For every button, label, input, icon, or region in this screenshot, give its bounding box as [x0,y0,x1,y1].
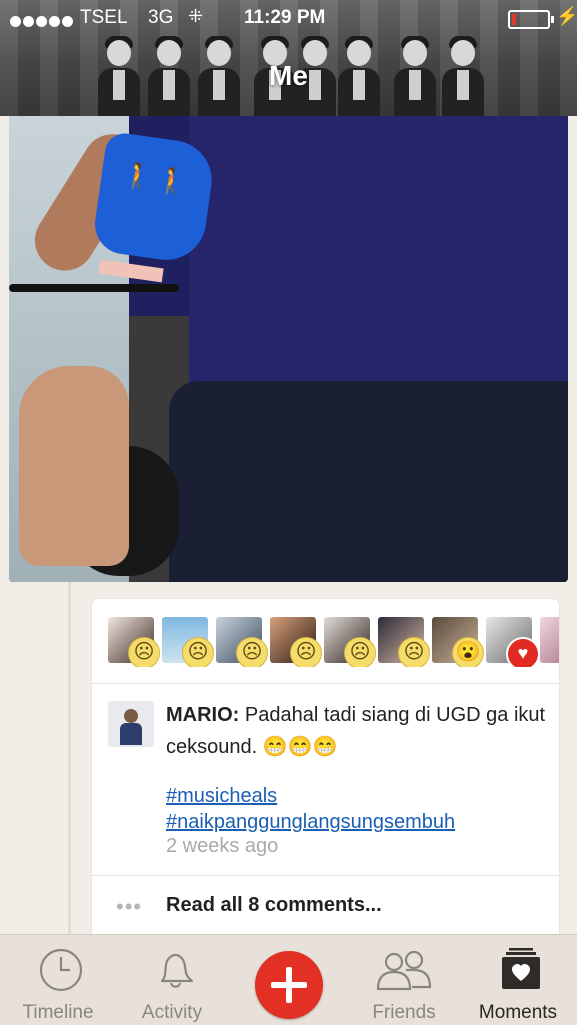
clock-icon [39,948,83,992]
tab-timeline[interactable]: Timeline [8,935,108,1025]
hashtag-link[interactable]: #naikpanggunglangsungsembuh [166,809,455,835]
timeline-line [68,582,71,934]
friends-icon [376,950,432,991]
tab-label: Timeline [22,1002,94,1023]
photo-jeans [169,381,568,582]
tab-bar: Timeline Activity Friends Moments [0,934,577,1025]
network-type: 3G [148,7,174,28]
tab-friends[interactable]: Friends [354,935,454,1025]
comment-hashtags: #musicheals #naikpanggunglangsungsembuh [166,783,455,835]
tab-label: Moments [478,1002,558,1023]
sad-face-icon: ☹ [398,637,430,667]
comment-timestamp: 2 weeks ago [166,835,279,857]
tab-moments[interactable]: Moments [468,935,568,1025]
tab-label: Friends [372,1002,436,1023]
page-title: Me [269,60,308,91]
reaction-item[interactable]: ☹ [108,617,160,667]
sad-face-icon: ☹ [236,637,268,667]
signal-strength-icon [10,11,75,33]
heart-icon: ♥ [506,637,540,667]
activity-spinner-icon: ⁜ [188,6,204,26]
sad-face-icon: ☹ [290,637,322,667]
reaction-item[interactable]: ☹ [270,617,322,667]
moment-photo[interactable]: 🚶🚶 [9,116,568,582]
reaction-item[interactable]: ☹ [216,617,268,667]
divider [92,683,559,684]
reaction-item[interactable]: ♥ [486,617,540,667]
battery-icon [508,10,554,29]
reaction-item[interactable] [540,617,559,663]
add-moment-button[interactable] [255,951,323,1019]
reaction-item[interactable]: ☹ [324,617,376,667]
bell-icon [160,953,194,988]
moment-card: ☹ ☹ ☹ ☹ ☹ ☹ 😮 ♥ MARIO: Padahal tadi sian… [92,599,559,934]
plus-icon-stroke [286,967,292,1003]
sad-face-icon: ☹ [344,637,376,667]
sad-face-icon: ☹ [128,637,160,667]
reaction-item[interactable]: ☹ [378,617,430,667]
moments-icon [502,948,540,989]
hashtag-link[interactable]: #musicheals [166,783,455,809]
tab-label: Activity [141,1002,203,1023]
sad-face-icon: ☹ [182,637,214,667]
status-bar: TSEL 3G ⁜ 11:29 PM ⚡ [0,0,577,38]
surprised-face-icon: 😮 [452,637,484,667]
clock-time: 11:29 PM [244,7,326,28]
tab-activity[interactable]: Activity [122,935,222,1025]
avatar [540,617,559,663]
charging-bolt-icon: ⚡ [556,6,577,26]
photo-cable [9,284,179,292]
reaction-item[interactable]: 😮 [432,617,484,667]
reaction-item[interactable]: ☹ [162,617,214,667]
commenter-avatar[interactable] [108,701,154,747]
comment-text: MARIO: Padahal tadi siang di UGD ga ikut… [166,699,550,763]
photo-hand [19,366,129,566]
comment-author[interactable]: MARIO: [166,704,239,726]
reactions-row[interactable]: ☹ ☹ ☹ ☹ ☹ ☹ 😮 ♥ [108,617,559,667]
cover-header: TSEL 3G ⁜ 11:29 PM ⚡ Me [0,0,577,116]
carrier-name: TSEL [80,7,128,28]
read-all-comments-label: Read all 8 comments... [166,894,382,916]
more-dots-icon: ••• [116,894,143,919]
read-all-comments-button[interactable]: ••• Read all 8 comments... [92,876,559,934]
